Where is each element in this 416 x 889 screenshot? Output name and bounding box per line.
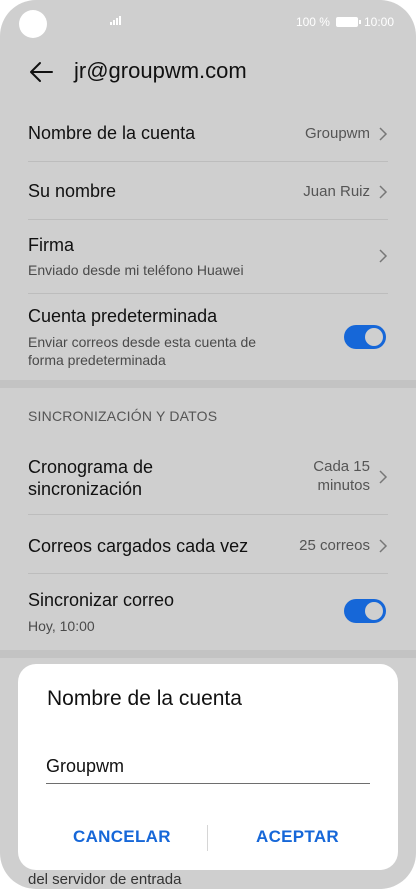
sync-schedule-label-1: Cronograma de (28, 457, 154, 477)
battery-icon (335, 17, 361, 27)
partial-row-text: del servidor de entrada (28, 871, 182, 888)
account-name-input[interactable] (46, 750, 370, 784)
status-bar: 100 % 10:00 (0, 0, 416, 46)
chevron-right-icon (379, 249, 388, 263)
rename-account-dialog: Nombre de la cuenta CANCELAR ACEPTAR (18, 664, 398, 870)
section-divider (0, 380, 416, 388)
signature-row[interactable]: Firma Enviado desde mi teléfono Huawei (28, 220, 388, 294)
default-account-label: Cuenta predeterminada (28, 306, 218, 326)
arrow-left-icon[interactable] (28, 60, 54, 84)
page-title: jr@groupwm.com (74, 58, 247, 83)
your-name-label: Su nombre (28, 181, 117, 201)
status-time: 10:00 (363, 15, 394, 29)
section-divider (0, 650, 416, 658)
mails-loaded-value: 25 correos (299, 537, 370, 554)
your-name-value: Juan Ruiz (303, 183, 370, 200)
mails-loaded-label: Correos cargados cada vez (28, 536, 249, 556)
sync-mail-time: Hoy, 10:00 (28, 618, 95, 634)
chevron-right-icon (379, 470, 388, 484)
sync-schedule-value-2: minutos (317, 477, 370, 494)
sync-mail-label: Sincronizar correo (28, 590, 175, 610)
account-name-value: Groupwm (304, 125, 370, 142)
account-name-row[interactable]: Nombre de la cuenta Groupwm (28, 104, 388, 162)
signal-icon (110, 16, 121, 25)
default-account-toggle[interactable] (344, 325, 386, 349)
default-account-desc-2: forma predeterminada (28, 352, 166, 368)
cancel-button[interactable]: CANCELAR (73, 827, 171, 847)
sync-mail-row: Sincronizar correo Hoy, 10:00 (28, 574, 388, 650)
camera-cutout (19, 10, 47, 38)
default-account-row: Cuenta predeterminada Enviar correos des… (28, 294, 388, 380)
signature-label: Firma (28, 235, 74, 255)
sync-section-heading: SINCRONIZACIÓN Y DATOS (28, 408, 218, 424)
status-right: 100 % 10:00 (296, 15, 394, 29)
default-account-desc-1: Enviar correos desde esta cuenta de (28, 334, 257, 350)
accept-button[interactable]: ACEPTAR (256, 827, 339, 847)
mails-loaded-row[interactable]: Correos cargados cada vez 25 correos (28, 515, 388, 574)
your-name-row[interactable]: Su nombre Juan Ruiz (28, 162, 388, 220)
app-header: jr@groupwm.com (0, 50, 416, 94)
button-divider (207, 825, 208, 851)
dialog-title: Nombre de la cuenta (47, 687, 242, 710)
battery-percent: 100 % (295, 15, 330, 29)
signature-preview: Enviado desde mi teléfono Huawei (28, 262, 244, 278)
account-name-label: Nombre de la cuenta (28, 123, 196, 143)
sync-schedule-value-1: Cada 15 (313, 458, 370, 475)
sync-schedule-row[interactable]: Cronograma de sincronización Cada 15 min… (28, 440, 388, 515)
chevron-right-icon (379, 127, 388, 141)
sync-mail-toggle[interactable] (344, 599, 386, 623)
phone-screen: 100 % 10:00 jr@groupwm.com Nombre de la … (0, 0, 416, 889)
chevron-right-icon (379, 185, 388, 199)
sync-schedule-label-2: sincronización (28, 479, 143, 499)
chevron-right-icon (379, 539, 388, 553)
